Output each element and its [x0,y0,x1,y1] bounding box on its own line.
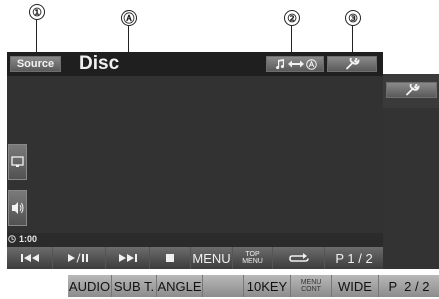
callout-2: ② [284,10,300,26]
display-button[interactable] [8,144,27,180]
menu-button[interactable]: MENU [191,247,233,269]
next-icon [118,254,137,262]
tenkey-button[interactable]: 10KEY [244,275,291,297]
angle-button-label: ANGLE [157,278,202,294]
switch-arrow-icon [287,60,304,68]
top-menu-button[interactable]: TOP MENU [233,247,273,269]
subtitle-button-label: SUB T. [113,278,155,294]
repeat-icon [288,253,309,262]
settings-button[interactable] [327,56,377,72]
previous-button[interactable] [7,247,53,269]
monitor-icon [11,156,24,167]
a-circle-icon [305,58,317,70]
repeat-button[interactable] [273,247,325,269]
speaker-icon [12,202,24,214]
menu-button-label: MENU [192,250,231,266]
page-button-1-label: P 1 / 2 [335,250,373,266]
bottom-control-bar: AUDIO SUB T. ANGLE 10KEY MENU CONT WIDE … [68,275,439,297]
top-menu-label-line2: MENU [242,258,263,265]
audio-button[interactable]: AUDIO [68,275,112,297]
volume-button[interactable] [8,190,27,226]
video-display-area[interactable] [7,76,383,233]
blank-button[interactable] [203,275,244,297]
callout-a: Ⓐ [121,10,137,26]
stop-button[interactable] [150,247,191,269]
page-button-2[interactable]: P 2 / 2 [379,275,439,297]
wide-button-label: WIDE [338,278,372,294]
clock-icon [8,235,16,243]
source-button-label: Source [16,58,55,70]
wrench-icon [346,58,360,70]
angle-button[interactable]: ANGLE [157,275,203,297]
top-bar: Source Disc [7,52,383,76]
wrench-icon [405,84,419,96]
secondary-screen [383,74,439,269]
menu-cont-button[interactable]: MENU CONT [291,275,332,297]
play-pause-icon [68,253,88,263]
disc-screen: Source Disc 1:00 MENU TOP MENU P 1 / 2 [7,52,383,269]
elapsed-time: 1:00 [19,234,38,244]
secondary-content [383,108,439,269]
play-pause-button[interactable] [53,247,106,269]
page-title: Disc [79,53,120,74]
callout-3: ③ [345,10,361,26]
top-menu-label-line1: TOP [245,251,260,258]
settings-button-page-2[interactable] [386,82,437,98]
stop-icon [166,254,174,262]
subtitle-button[interactable]: SUB T. [112,275,157,297]
audio-button-label: AUDIO [68,278,111,294]
source-button[interactable]: Source [10,56,61,72]
music-icon [275,59,284,70]
page-button-2-label: P 2 / 2 [388,278,430,294]
wide-button[interactable]: WIDE [332,275,379,297]
menu-cont-label-line2: CONT [301,286,321,293]
page-button-1[interactable]: P 1 / 2 [325,247,383,269]
tenkey-button-label: 10KEY [246,278,288,294]
menu-cont-label-line1: MENU [300,279,322,286]
callout-1-leader [36,20,38,56]
audio-visual-switch-button[interactable] [266,56,324,72]
next-button[interactable] [106,247,150,269]
callout-1: ① [29,4,45,20]
control-bar: MENU TOP MENU P 1 / 2 [7,247,383,269]
previous-icon [20,254,39,262]
